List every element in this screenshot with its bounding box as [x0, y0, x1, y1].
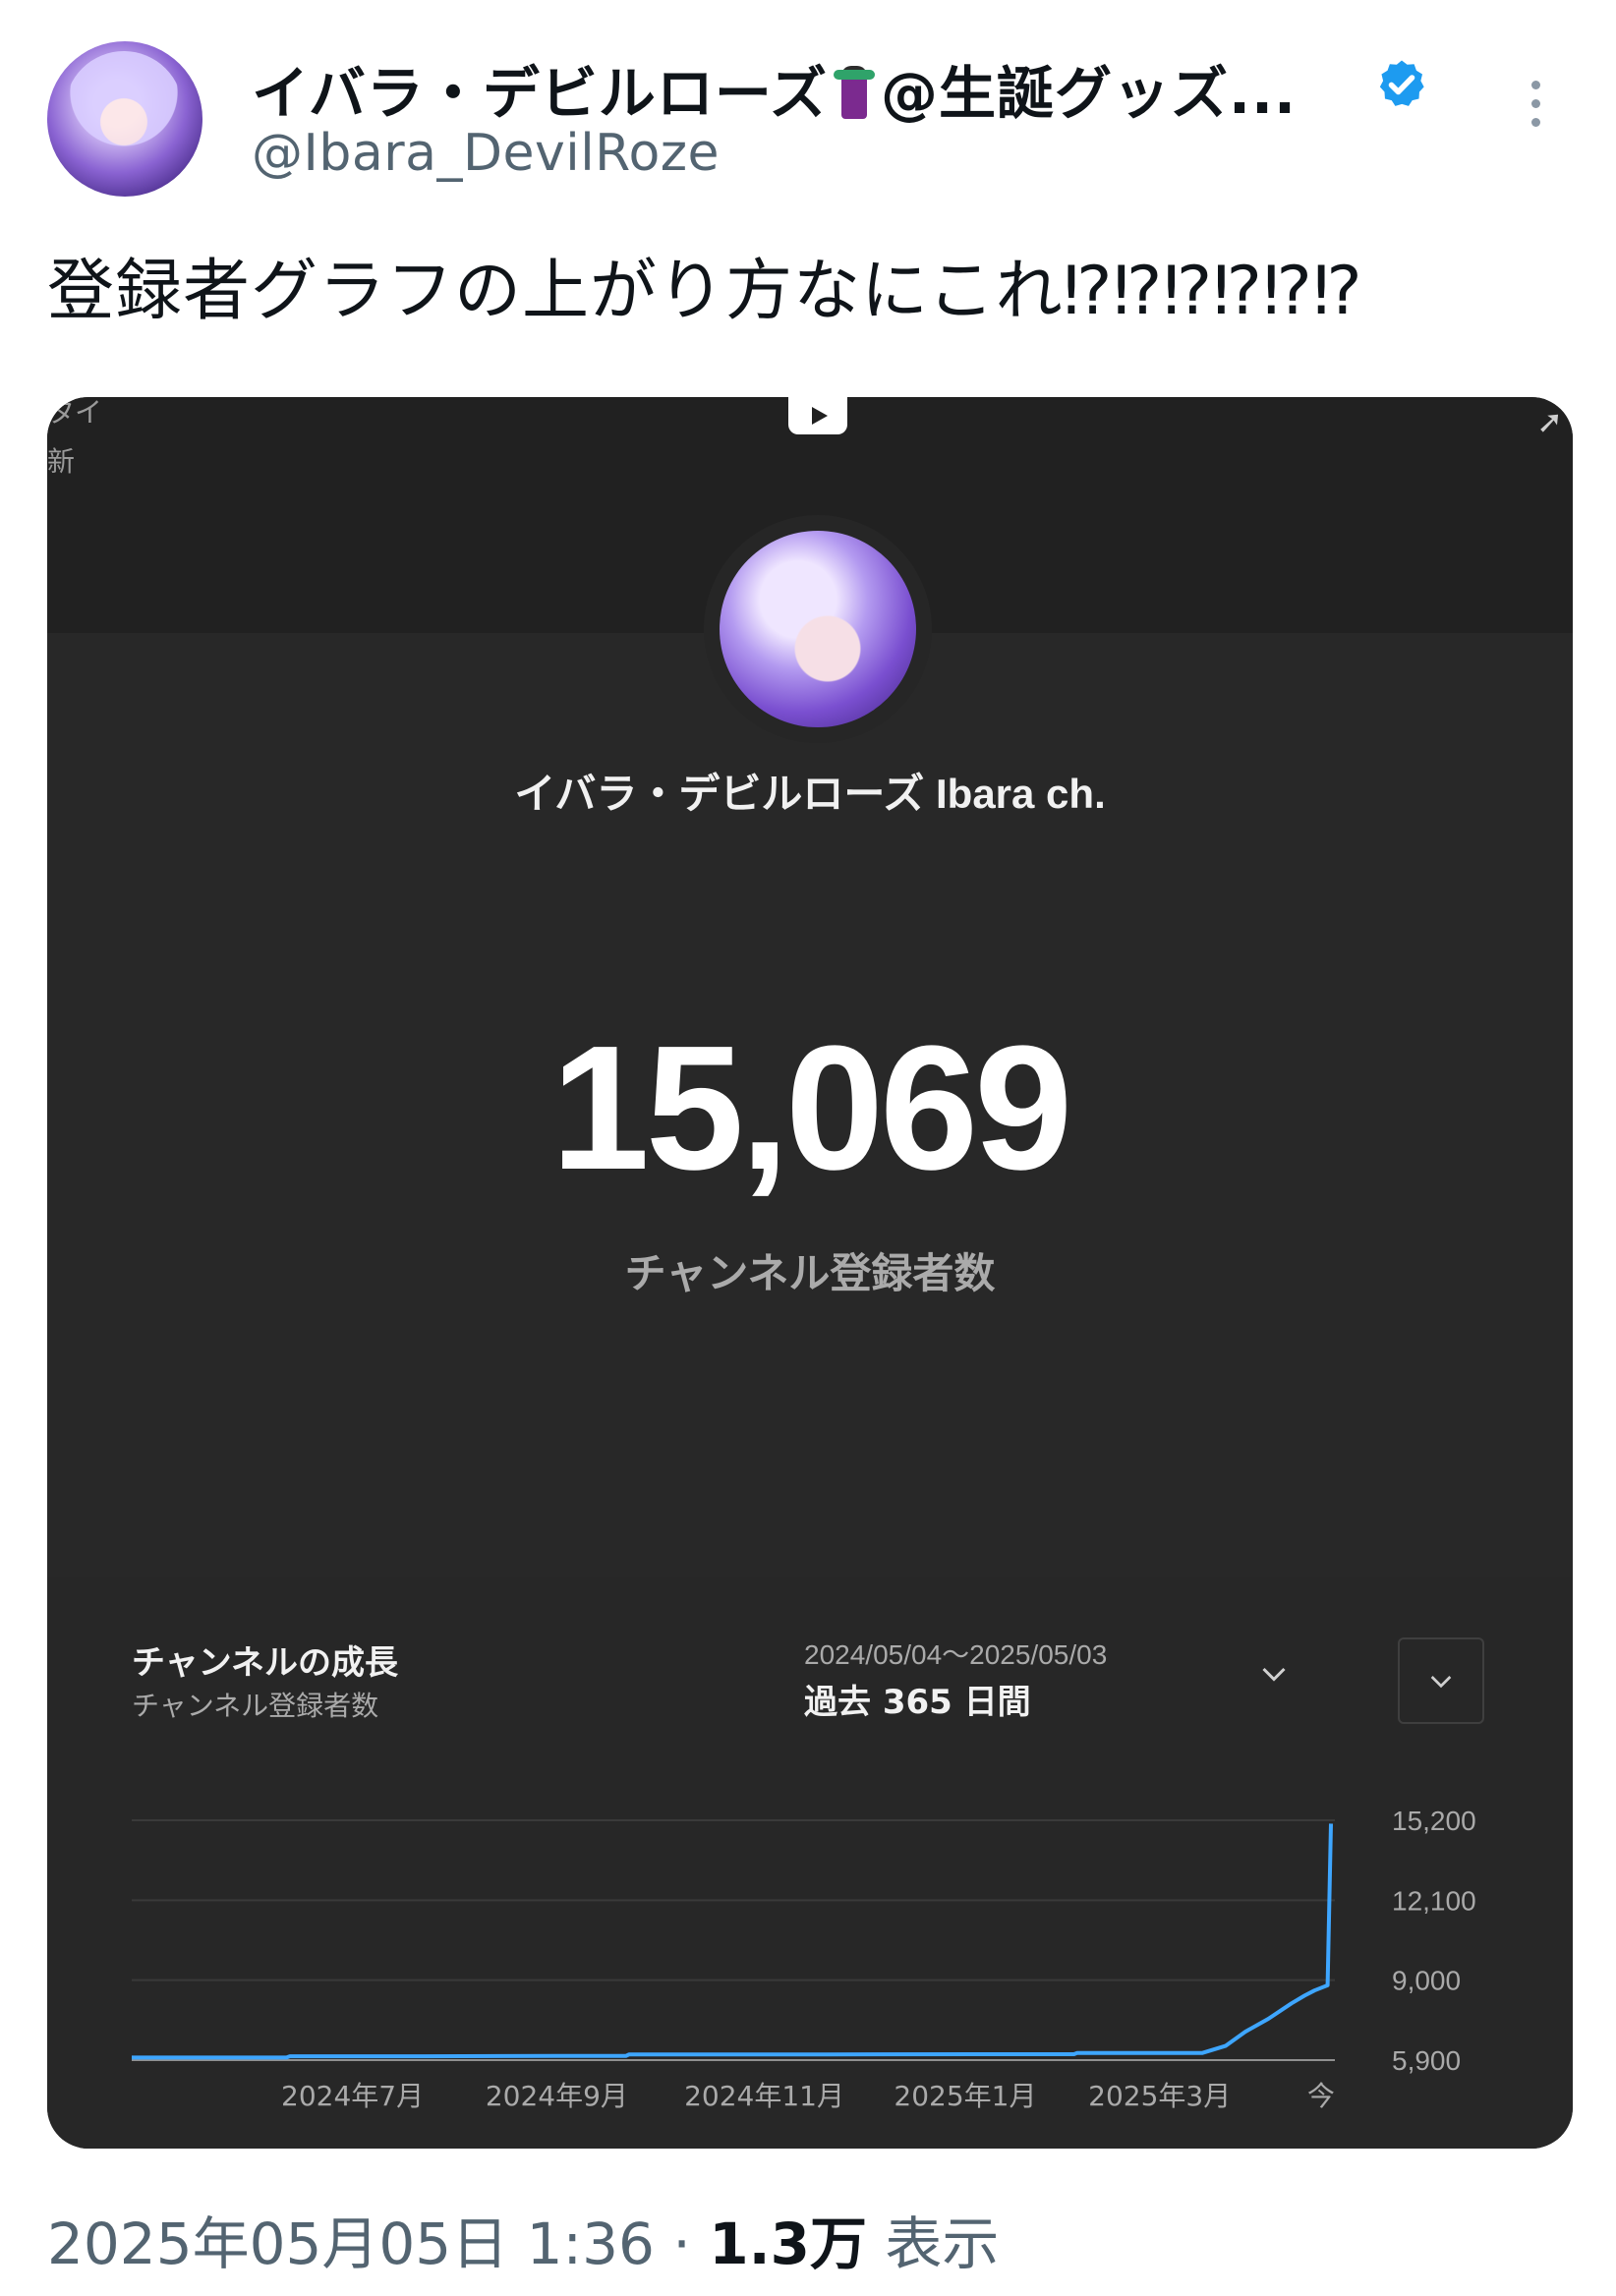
- cropped-corner-text: タイ: [47, 397, 103, 429]
- display-name-suffix: @生誕グッズ...: [880, 60, 1298, 127]
- channel-name: イバラ・デビルローズ Ibara ch.: [514, 771, 1106, 817]
- cropped-corner-text: 新: [47, 445, 76, 478]
- subscriber-count: 15,069: [550, 1009, 1073, 1207]
- x-tick-label: 2024年9月: [486, 2080, 628, 2112]
- meta-separator: ·: [654, 2210, 710, 2277]
- x-tick-label: 2025年3月: [1088, 2080, 1231, 2112]
- x-tick-label: 今: [1307, 2080, 1335, 2112]
- x-tick-label: 2024年7月: [281, 2080, 424, 2112]
- subscriber-series-line: [132, 1823, 1333, 2060]
- y-tick-label: 15,200: [1392, 1806, 1476, 1836]
- y-tick-label: 9,000: [1392, 1966, 1461, 1996]
- x-tick-label: 2025年1月: [894, 2080, 1036, 2112]
- tweet-meta: 2025年05月05日 1:36 · 1.3万 表示: [47, 2198, 999, 2280]
- subscriber-growth-chart: 15,200 12,100 9,000 5,900 2024年7月 2024年9月 2024…: [132, 1806, 1476, 2112]
- views-label: 表示: [885, 2210, 1000, 2277]
- tweet-timestamp[interactable]: 2025年05月05日 1:36: [47, 2210, 655, 2277]
- tweet-text: 登録者グラフの上がり方なにこれ⁉⁉⁉⁉⁉⁉: [47, 253, 1363, 330]
- author-avatar[interactable]: [47, 41, 202, 197]
- y-tick-label: 5,900: [1392, 2045, 1461, 2076]
- x-tick-label: 2024年11月: [684, 2080, 844, 2112]
- tweet-media-image[interactable]: タイ 新 ➚ イバラ・デビルローズ Ibara ch. 15,069 チャンネル…: [47, 397, 1573, 2149]
- vampire-emoji-icon: [832, 64, 877, 121]
- views-count: 1.3万: [709, 2210, 867, 2277]
- author-display-name[interactable]: イバラ・デビルローズ @生誕グッズ...: [252, 47, 1297, 130]
- author-handle[interactable]: @Ibara_DevilRoze: [252, 124, 720, 183]
- display-name-text: イバラ・デビルローズ: [252, 60, 828, 127]
- y-tick-label: 12,100: [1392, 1885, 1476, 1916]
- verified-badge-icon: [1379, 60, 1424, 106]
- channel-avatar: [720, 531, 916, 727]
- more-options-icon[interactable]: [1526, 81, 1545, 136]
- youtube-play-icon: [788, 397, 847, 434]
- share-arrow-icon: ➚: [1536, 403, 1563, 440]
- subscriber-label: チャンネル登録者数: [624, 1249, 996, 1297]
- channel-growth-panel: チャンネルの成長 チャンネル登録者数 2024/05/04〜2025/05/03…: [47, 1577, 1573, 2149]
